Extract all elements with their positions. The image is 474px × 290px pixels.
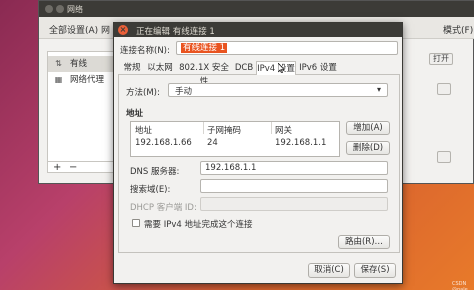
dhcp-client-id-label: DHCP 客户端 ID: (130, 203, 197, 213)
method-select[interactable]: 手动 ▾ (168, 83, 388, 97)
dialog-titlebar: × 正在编辑 有线连接 1 (114, 23, 402, 37)
remove-connection-button[interactable]: − (69, 162, 77, 173)
sidebar-add-remove-bar: + − (47, 161, 119, 173)
search-domains-field[interactable] (200, 179, 388, 193)
address-table[interactable]: 地址 子网掩码 网关 192.168.1.66 24 192.168.1.1 (130, 121, 340, 157)
connection-name-field[interactable]: 有线连接 1 (176, 41, 398, 55)
wired-toggle-button[interactable]: 打开 (429, 53, 453, 65)
tab-8021x-security[interactable]: 802.1X 安全性 (176, 61, 232, 87)
watermark: CSDN @pale (452, 281, 468, 290)
netmask-cell[interactable]: 24 (207, 138, 218, 148)
add-connection-button[interactable]: + (53, 162, 61, 173)
menu-airplane-mode[interactable]: 模式(F) (443, 23, 473, 36)
edit-connection-dialog: × 正在编辑 有线连接 1 连接名称(N): 有线连接 1 常规 以太网 802… (113, 22, 403, 284)
connection-name-label: 连接名称(N): (120, 46, 170, 56)
column-header-netmask: 子网掩码 (207, 126, 242, 136)
wired-settings-gear-icon[interactable] (437, 83, 451, 95)
minimize-icon[interactable] (56, 5, 64, 13)
dhcp-client-id-field[interactable] (200, 197, 388, 211)
menu-network[interactable]: 网 (101, 23, 110, 36)
network-options-button[interactable] (437, 151, 451, 163)
network-window-title: 网络 (67, 5, 83, 14)
tab-ipv6-settings[interactable]: IPv6 设置 (298, 61, 338, 75)
column-header-gateway: 网关 (275, 126, 293, 136)
wired-network-icon: ⇅ (55, 59, 62, 68)
network-window-titlebar: 网络 (39, 1, 474, 17)
tab-ipv4-settings[interactable]: IPv4 设置 (256, 61, 296, 75)
chevron-down-icon: ▾ (376, 85, 381, 94)
save-button[interactable]: 保存(S) (354, 263, 396, 278)
mouse-cursor-icon (278, 63, 284, 73)
sidebar-item-label: 有线 (70, 59, 88, 69)
settings-tabs: 常规 以太网 802.1X 安全性 DCB IPv4 设置 IPv6 设置 (118, 61, 400, 87)
address-section-label: 地址 (126, 109, 144, 119)
gateway-cell[interactable]: 192.168.1.1 (275, 138, 326, 148)
tab-general[interactable]: 常规 (120, 61, 144, 75)
network-sidebar: ⇅ 有线 ▦ 网络代理 (47, 51, 119, 173)
tab-dcb[interactable]: DCB (233, 61, 255, 75)
dialog-title: 正在编辑 有线连接 1 (136, 27, 215, 37)
sidebar-item-proxy[interactable]: ▦ 网络代理 (48, 72, 118, 88)
column-divider (203, 122, 204, 134)
connection-name-value: 有线连接 1 (181, 43, 228, 53)
window-controls (45, 5, 67, 15)
delete-address-button[interactable]: 删除(D) (346, 141, 390, 155)
search-domains-label: 搜索域(E): (130, 185, 171, 195)
network-proxy-icon: ▦ (54, 75, 63, 84)
add-address-button[interactable]: 增加(A) (346, 121, 390, 135)
sidebar-item-wired[interactable]: ⇅ 有线 (48, 56, 118, 72)
tab-ethernet[interactable]: 以太网 (145, 61, 175, 75)
close-icon[interactable] (45, 5, 53, 13)
dns-servers-field[interactable]: 192.168.1.1 (200, 161, 388, 175)
sidebar-item-label: 网络代理 (70, 75, 105, 85)
dns-servers-label: DNS 服务器: (130, 167, 180, 177)
method-value: 手动 (175, 87, 193, 97)
require-ipv4-label: 需要 IPv4 地址完成这个连接 (144, 220, 253, 230)
method-label: 方法(M): (126, 88, 160, 98)
routes-button[interactable]: 路由(R)… (338, 235, 390, 249)
column-divider (271, 122, 272, 134)
cancel-button[interactable]: 取消(C) (308, 263, 350, 278)
close-icon[interactable]: × (118, 25, 128, 35)
column-header-address: 地址 (135, 126, 153, 136)
menu-all-settings[interactable]: 全部设置(A) (49, 23, 98, 36)
require-ipv4-checkbox[interactable] (132, 219, 140, 227)
address-cell[interactable]: 192.168.1.66 (135, 138, 192, 148)
